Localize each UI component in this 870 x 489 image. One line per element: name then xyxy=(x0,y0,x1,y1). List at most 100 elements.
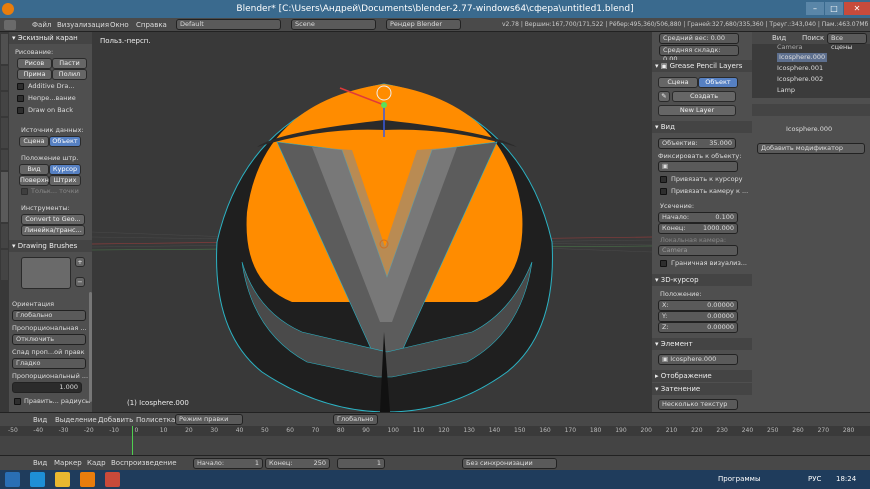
create-button[interactable]: Создать xyxy=(672,91,736,102)
orientation-select[interactable]: Глобально xyxy=(12,310,86,321)
pos-cursor-button[interactable]: Курсор xyxy=(49,164,81,175)
tl-view-menu[interactable]: Вид xyxy=(33,456,47,470)
cursor-x-field[interactable]: X: 0.00000 xyxy=(658,300,738,311)
tl-frame-menu[interactable]: Кадр xyxy=(87,456,106,470)
scene-select[interactable]: Scene xyxy=(291,19,376,30)
edit-radius-checkbox[interactable] xyxy=(14,398,21,405)
outliner-search-menu[interactable]: Поиск xyxy=(802,34,824,42)
tab-relations[interactable] xyxy=(1,92,8,116)
gp-object-tab[interactable]: Объект xyxy=(698,77,738,88)
outliner-item-ico001[interactable]: Icosphere.001 xyxy=(777,64,823,73)
current-frame-marker[interactable] xyxy=(132,426,133,455)
pos-stroke-button[interactable]: Штрих xyxy=(49,175,81,186)
view-menu[interactable]: Вид xyxy=(33,413,47,427)
pos-surface-button[interactable]: Поверхн xyxy=(19,175,49,186)
tl-marker-menu[interactable]: Маркер xyxy=(54,456,82,470)
multitexture-select[interactable]: Несколько текстур xyxy=(658,399,738,410)
outliner-item-lamp[interactable]: Lamp xyxy=(777,86,795,95)
pencil-icon[interactable]: ✎ xyxy=(658,91,670,102)
tab-tools[interactable] xyxy=(1,34,8,64)
tl-playback-menu[interactable]: Воспроизведение xyxy=(111,456,177,470)
gp-layers-header[interactable]: ▾ ▣ Grease Pencil Layers xyxy=(652,60,752,72)
tab-create[interactable] xyxy=(1,66,8,90)
app-icon[interactable] xyxy=(105,472,120,487)
maximize-button[interactable]: □ xyxy=(825,2,843,15)
lock-object-field[interactable]: ▣ xyxy=(658,161,738,172)
minimize-button[interactable]: – xyxy=(806,2,824,15)
prop-size-field[interactable]: 1.000 xyxy=(12,382,82,393)
remove-brush-button[interactable]: − xyxy=(75,277,85,287)
tab-3d-print[interactable] xyxy=(1,250,8,280)
outliner-view-menu[interactable]: Вид xyxy=(772,34,786,42)
falloff-select[interactable]: Гладко xyxy=(12,358,86,369)
new-layer-button[interactable]: New Layer xyxy=(658,105,736,116)
convert-button[interactable]: Convert to Geo... xyxy=(21,214,85,225)
ruler-button[interactable]: Линейка/транс... xyxy=(21,225,85,236)
cursor-z-field[interactable]: Z: 0.00000 xyxy=(658,322,738,333)
render-engine-select[interactable]: Рендер Blender xyxy=(386,19,461,30)
source-scene-button[interactable]: Сцена xyxy=(19,136,49,147)
source-object-button[interactable]: Объект xyxy=(49,136,81,147)
properties-tabs[interactable] xyxy=(752,104,870,116)
add-menu[interactable]: Добавить xyxy=(98,413,133,427)
tab-options[interactable] xyxy=(1,150,8,170)
menu-render[interactable]: Визуализация xyxy=(57,18,109,32)
tab-grease-pencil[interactable] xyxy=(1,172,8,222)
pos-view-button[interactable]: Вид xyxy=(19,164,49,175)
add-brush-button[interactable]: + xyxy=(75,257,85,267)
3d-viewport[interactable]: Польз.-персп. (1) Icosphere.000 xyxy=(91,32,653,413)
outliner-item-ico000[interactable]: Icosphere.000 xyxy=(777,53,828,62)
editor-type-icon[interactable] xyxy=(4,20,16,30)
camera-field[interactable]: Camera xyxy=(658,245,738,256)
gp-scene-tab[interactable]: Сцена xyxy=(658,77,698,88)
continuous-checkbox[interactable] xyxy=(17,95,24,102)
cursor-panel-header[interactable]: ▾ 3D-курсор xyxy=(652,274,752,286)
timeline[interactable] xyxy=(0,426,870,455)
clip-end-field[interactable]: Конец: 1000.000 xyxy=(658,223,738,234)
menu-file[interactable]: Файл xyxy=(32,18,51,32)
proportional-select[interactable]: Отключить xyxy=(12,334,86,345)
start-icon[interactable] xyxy=(5,472,20,487)
outliner-item-camera[interactable]: Camera xyxy=(777,43,803,52)
start-frame-field[interactable]: Начало: 1 xyxy=(193,458,263,469)
add-modifier-select[interactable]: Добавить модификатор xyxy=(757,143,865,154)
mode-select[interactable]: Режим правки xyxy=(175,414,243,425)
paste-button[interactable]: Пасти xyxy=(52,58,87,69)
additive-checkbox[interactable] xyxy=(17,83,24,90)
programs-label[interactable]: Программы xyxy=(718,475,761,483)
display-panel-header[interactable]: ▸ Отображение xyxy=(652,370,752,382)
menu-window[interactable]: Окно xyxy=(110,18,129,32)
line-button[interactable]: Прима xyxy=(17,69,52,80)
brushes-header[interactable]: ▾ Drawing Brushes xyxy=(9,240,92,252)
lens-field[interactable]: Объектив: 35.000 xyxy=(658,138,736,149)
outliner-scenes-select[interactable]: Все сцены xyxy=(827,33,867,51)
close-button[interactable]: ✕ xyxy=(844,2,870,15)
draw-back-checkbox[interactable] xyxy=(17,107,24,114)
item-panel-header[interactable]: ▾ Элемент xyxy=(652,338,752,350)
sync-select[interactable]: Без синхронизации xyxy=(462,458,557,469)
avg-crease-field[interactable]: Средняя складк: 0.00 xyxy=(659,45,739,63)
layout-select[interactable]: Default xyxy=(176,19,281,30)
view-panel-header[interactable]: ▾ Вид xyxy=(652,121,752,133)
explorer-icon[interactable] xyxy=(55,472,70,487)
current-frame-field[interactable]: 1 xyxy=(337,458,385,469)
shading-panel-header[interactable]: ▾ Затенение xyxy=(652,383,752,395)
brush-preview[interactable] xyxy=(21,257,71,289)
lock-camera-checkbox[interactable] xyxy=(660,188,667,195)
blender-task-icon[interactable] xyxy=(80,472,95,487)
poly-button[interactable]: Полил xyxy=(52,69,87,80)
orientation-header-select[interactable]: Глобально xyxy=(333,414,378,425)
tab-shading-uv[interactable] xyxy=(1,118,8,148)
language-indicator[interactable]: РУС xyxy=(808,475,821,483)
item-name-field[interactable]: ▣ Icosphere.000 xyxy=(658,354,738,365)
outliner-item-ico002[interactable]: Icosphere.002 xyxy=(777,75,823,84)
lock-cursor-checkbox[interactable] xyxy=(660,176,667,183)
mesh-menu[interactable]: Полисетка xyxy=(136,413,175,427)
ie-icon[interactable] xyxy=(30,472,45,487)
avg-weight-field[interactable]: Средний вес: 0.00 xyxy=(659,33,739,44)
cursor-y-field[interactable]: Y: 0.00000 xyxy=(658,311,738,322)
gp-panel-header[interactable]: ▾ Эскизный каран xyxy=(9,32,92,44)
clip-start-field[interactable]: Начало: 0.100 xyxy=(658,212,738,223)
end-frame-field[interactable]: Конец: 250 xyxy=(265,458,330,469)
border-render-checkbox[interactable] xyxy=(660,260,667,267)
